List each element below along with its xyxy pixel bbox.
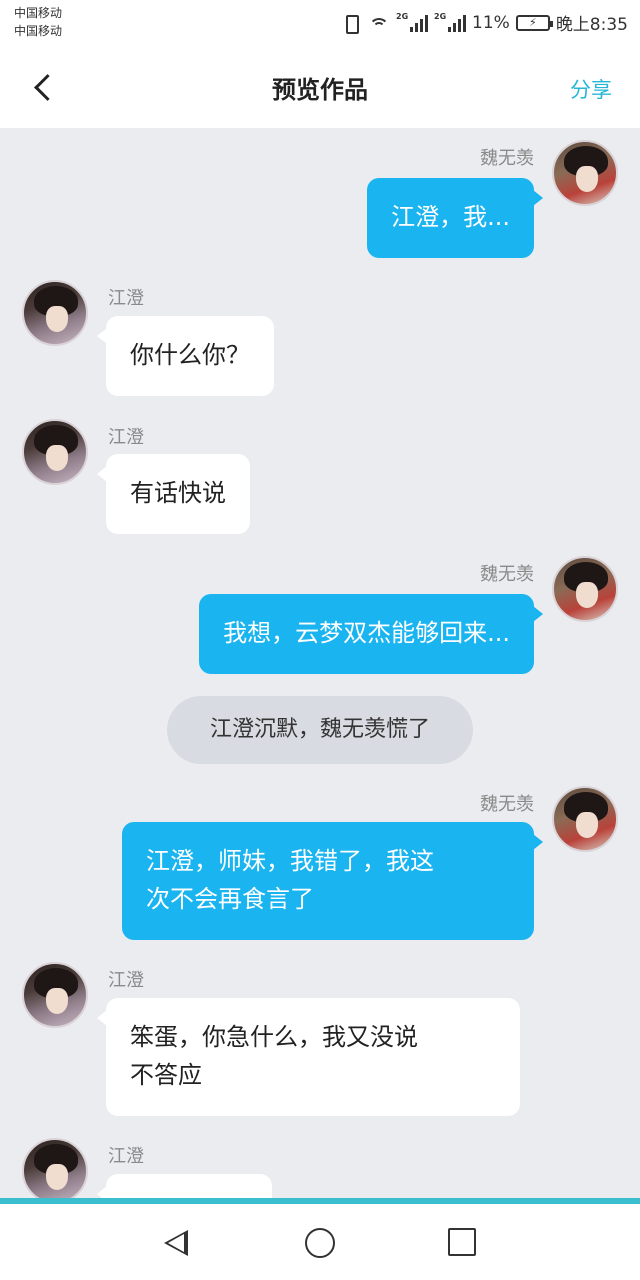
wifi-icon: [368, 14, 390, 32]
carrier-2: 中国移动: [14, 24, 63, 38]
avatar-weiwuxian[interactable]: [552, 786, 618, 852]
message-bubble-right[interactable]: 江澄，师妹，我错了，我这 次不会再食言了: [122, 822, 543, 940]
nav-recent-apps-icon[interactable]: [448, 1228, 476, 1256]
avatar-jiangcheng[interactable]: [22, 280, 88, 346]
nav-home-icon[interactable]: [305, 1228, 335, 1258]
message-line: 次不会再食言了: [146, 885, 314, 913]
signal-icon-2: 2G: [434, 12, 467, 32]
message-bubble-left[interactable]: 你什么你？: [97, 316, 274, 396]
page-title: 预览作品: [272, 76, 368, 104]
sender-name: 江澄: [108, 970, 144, 991]
chat-area[interactable]: 魏无羡 江澄，我... 江澄 你什么你？ 江澄 有话快说 魏无羡 我想，云梦双杰…: [0, 128, 640, 1200]
system-nav-bar: [0, 1204, 640, 1280]
message-line: 不答应: [130, 1061, 202, 1089]
vibrate-icon: [340, 14, 362, 34]
message-bubble-right[interactable]: 我想，云梦双杰能够回来...: [199, 594, 543, 674]
signal-icon-1: 2G: [396, 12, 429, 32]
clock: 晚上8:35: [555, 15, 628, 35]
message-bubble-left[interactable]: [97, 1174, 272, 1200]
sender-name: 魏无羡: [480, 148, 534, 169]
battery-charging-icon: ⚡: [515, 14, 553, 31]
nav-back-icon[interactable]: [162, 1228, 192, 1258]
status-icons: 2G 2G 11% ⚡ 晚上8:35: [340, 10, 628, 35]
message-bubble-right[interactable]: 江澄，我...: [367, 178, 543, 258]
message-line: 江澄，师妹，我错了，我这: [146, 847, 434, 875]
sender-name: 江澄: [108, 427, 144, 448]
sender-name: 魏无羡: [480, 564, 534, 585]
avatar-weiwuxian[interactable]: [552, 556, 618, 622]
avatar-weiwuxian[interactable]: [552, 140, 618, 206]
avatar-jiangcheng[interactable]: [22, 1138, 88, 1200]
message-bubble-left[interactable]: 笨蛋，你急什么，我又没说 不答应: [97, 998, 520, 1116]
status-bar: 中国移动 中国移动 2G 2G 11% ⚡ 晚上8:35: [0, 0, 640, 46]
share-button[interactable]: 分享: [570, 74, 612, 104]
message-bubble-left[interactable]: 有话快说: [97, 454, 250, 534]
app-header: 预览作品 分享: [0, 46, 640, 128]
avatar-jiangcheng[interactable]: [22, 962, 88, 1028]
message-line: 笨蛋，你急什么，我又没说: [130, 1023, 418, 1051]
battery-percent: 11%: [472, 12, 510, 33]
narration-pill: 江澄沉默，魏无羡慌了: [167, 696, 473, 764]
avatar-jiangcheng[interactable]: [22, 419, 88, 485]
carrier-1: 中国移动: [14, 6, 63, 20]
sender-name: 江澄: [108, 1146, 144, 1167]
sender-name: 江澄: [108, 288, 144, 309]
sender-name: 魏无羡: [480, 794, 534, 815]
